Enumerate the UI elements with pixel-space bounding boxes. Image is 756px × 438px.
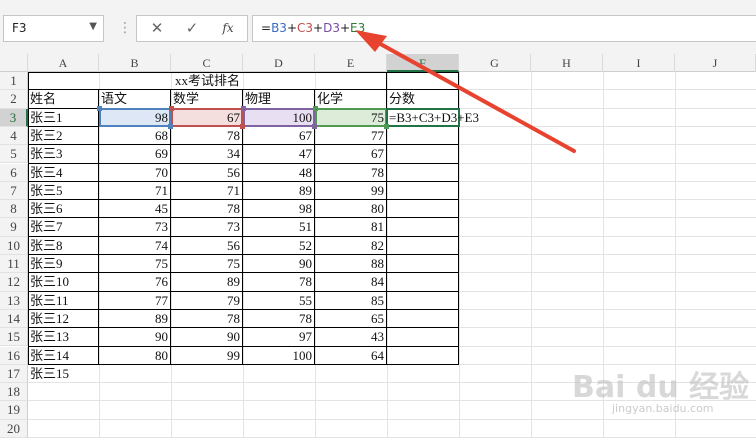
arrow-shaft bbox=[364, 34, 576, 153]
watermark-main: Bai du 经验 bbox=[572, 370, 750, 405]
arrow-head bbox=[355, 30, 387, 52]
watermark-sub: jingyan.baidu.com bbox=[612, 402, 714, 415]
watermark-logo: Bai du 经验 jingyan.baidu.com bbox=[572, 362, 752, 432]
